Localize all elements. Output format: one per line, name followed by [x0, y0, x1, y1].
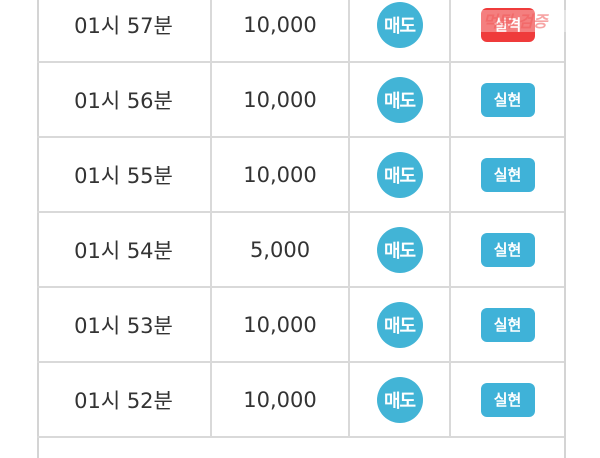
result-button[interactable]: 실현 — [480, 382, 535, 417]
sell-badge: 매도 — [376, 76, 423, 123]
sell-badge: 매도 — [376, 151, 423, 198]
sell-badge: 매도 — [376, 1, 423, 48]
result-cell: 실현 — [451, 138, 564, 211]
result-cell: 실격 — [451, 0, 564, 61]
time-cell: 01시 57분 — [37, 0, 212, 61]
sell-badge: 매도 — [376, 301, 423, 348]
trade-history-table: 01시 57분 10,000 매도 실격 01시 56분 10,000 매도 실… — [37, 0, 564, 438]
type-cell: 매도 — [350, 288, 451, 361]
table-row: 01시 53분 10,000 매도 실현 — [37, 288, 564, 363]
amount-cell: 10,000 — [212, 0, 350, 61]
time-cell: 01시 52분 — [37, 363, 212, 436]
time-cell: 01시 56분 — [37, 63, 212, 136]
amount-cell: 10,000 — [212, 363, 350, 436]
type-cell: 매도 — [350, 0, 451, 61]
type-cell: 매도 — [350, 363, 451, 436]
result-cell: 실현 — [451, 288, 564, 361]
result-cell: 실현 — [451, 213, 564, 286]
result-button[interactable]: 실현 — [480, 232, 535, 267]
result-cell: 실현 — [451, 363, 564, 436]
table-row: 01시 54분 5,000 매도 실현 — [37, 213, 564, 288]
sell-badge: 매도 — [376, 226, 423, 273]
type-cell: 매도 — [350, 213, 451, 286]
type-cell: 매도 — [350, 138, 451, 211]
result-button[interactable]: 실현 — [480, 307, 535, 342]
table-row: 01시 52분 10,000 매도 실현 — [37, 363, 564, 438]
table-row: 01시 56분 10,000 매도 실현 — [37, 63, 564, 138]
time-cell: 01시 53분 — [37, 288, 212, 361]
table-row: 01시 57분 10,000 매도 실격 — [37, 0, 564, 63]
result-button[interactable]: 실현 — [480, 82, 535, 117]
amount-cell: 10,000 — [212, 288, 350, 361]
result-cell: 실현 — [451, 63, 564, 136]
amount-cell: 10,000 — [212, 63, 350, 136]
sell-badge: 매도 — [376, 376, 423, 423]
table-row: 01시 55분 10,000 매도 실현 — [37, 138, 564, 213]
amount-cell: 5,000 — [212, 213, 350, 286]
amount-cell: 10,000 — [212, 138, 350, 211]
type-cell: 매도 — [350, 63, 451, 136]
result-button[interactable]: 실현 — [480, 157, 535, 192]
time-cell: 01시 55분 — [37, 138, 212, 211]
result-button[interactable]: 실격 — [480, 7, 535, 42]
time-cell: 01시 54분 — [37, 213, 212, 286]
